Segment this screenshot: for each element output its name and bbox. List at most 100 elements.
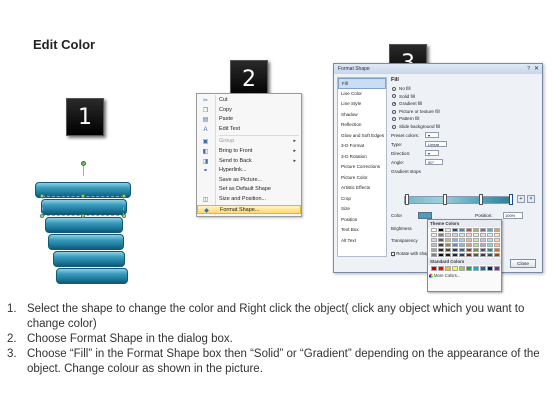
- color-swatch[interactable]: [431, 253, 437, 257]
- gradient-stop[interactable]: [479, 194, 483, 205]
- color-swatch[interactable]: [452, 253, 458, 257]
- rotation-handle[interactable]: [81, 161, 86, 166]
- category-3-d-format[interactable]: 3-D Format: [338, 141, 386, 152]
- color-swatch[interactable]: [459, 233, 465, 237]
- gradient-stop[interactable]: [443, 194, 447, 205]
- category-crop[interactable]: Crop: [338, 194, 386, 205]
- category-3-d-rotation[interactable]: 3-D Rotation: [338, 152, 386, 163]
- color-swatch[interactable]: [487, 248, 493, 252]
- color-swatch[interactable]: [452, 248, 458, 252]
- color-swatch[interactable]: [431, 233, 437, 237]
- color-swatch[interactable]: [452, 233, 458, 237]
- color-swatch[interactable]: [480, 233, 486, 237]
- color-swatch[interactable]: [494, 233, 500, 237]
- gradient-stop-selected[interactable]: [509, 194, 513, 205]
- resize-handle[interactable]: [122, 214, 126, 218]
- menu-item-copy[interactable]: ❐ Copy: [197, 106, 301, 116]
- color-swatch[interactable]: [459, 248, 465, 252]
- color-swatch[interactable]: [487, 238, 493, 242]
- color-swatch[interactable]: [452, 266, 458, 271]
- color-swatch[interactable]: [473, 228, 479, 232]
- category-line-color[interactable]: Line Color: [338, 89, 386, 100]
- color-swatch[interactable]: [494, 228, 500, 232]
- color-swatch[interactable]: [431, 266, 437, 271]
- resize-handle[interactable]: [122, 194, 126, 198]
- color-swatch[interactable]: [473, 266, 479, 271]
- tube-shape-3[interactable]: [45, 217, 123, 233]
- color-swatch[interactable]: [487, 228, 493, 232]
- color-swatch[interactable]: [494, 243, 500, 247]
- tube-shape-5[interactable]: [53, 251, 125, 267]
- color-swatch[interactable]: [445, 266, 451, 271]
- category-shadow[interactable]: Shadow: [338, 110, 386, 121]
- color-swatch[interactable]: [438, 253, 444, 257]
- category-picture-corrections[interactable]: Picture Corrections: [338, 162, 386, 173]
- color-swatch[interactable]: [466, 238, 472, 242]
- fill-option-slide-background-fill[interactable]: Slide background fill: [391, 123, 541, 131]
- resize-handle[interactable]: [81, 214, 85, 218]
- gradient-stops-bar[interactable]: [404, 196, 513, 204]
- menu-item-bring-to-front[interactable]: ◧ Bring to Front ▸: [197, 147, 301, 157]
- color-swatch[interactable]: [459, 253, 465, 257]
- dialog-titlebar[interactable]: Format Shape ? ✕: [334, 64, 542, 74]
- color-swatch[interactable]: [473, 243, 479, 247]
- close-icon[interactable]: ✕: [534, 64, 539, 74]
- fill-option-picture-or-texture-fill[interactable]: Picture or texture fill: [391, 108, 541, 116]
- prop-control[interactable]: Linear: [425, 141, 447, 148]
- color-swatch[interactable]: [459, 243, 465, 247]
- color-swatch[interactable]: [480, 243, 486, 247]
- color-swatch[interactable]: [494, 253, 500, 257]
- tube-shape-4[interactable]: [48, 234, 124, 250]
- color-swatch[interactable]: [438, 228, 444, 232]
- fill-option-solid-fill[interactable]: Solid fill: [391, 93, 541, 101]
- category-fill[interactable]: Fill: [338, 78, 386, 89]
- resize-handle[interactable]: [81, 194, 85, 198]
- prop-control[interactable]: 90°: [425, 159, 443, 166]
- category-glow-and-soft-edges[interactable]: Glow and Soft Edges: [338, 131, 386, 142]
- position-input[interactable]: 100%: [503, 212, 523, 219]
- color-swatch[interactable]: [438, 243, 444, 247]
- color-swatch[interactable]: [431, 243, 437, 247]
- tube-shapes-group[interactable]: [33, 161, 133, 290]
- more-colors-link[interactable]: More Colors...: [428, 272, 501, 280]
- help-icon[interactable]: ?: [527, 64, 530, 74]
- remove-stop-icon[interactable]: ×: [527, 195, 535, 203]
- menu-item-save-as-picture[interactable]: Save as Picture...: [197, 176, 301, 186]
- resize-handle[interactable]: [40, 194, 44, 198]
- color-swatch[interactable]: [473, 253, 479, 257]
- color-swatch[interactable]: [445, 228, 451, 232]
- color-swatch[interactable]: [473, 238, 479, 242]
- color-swatch[interactable]: [445, 243, 451, 247]
- prop-control[interactable]: ▾: [425, 132, 439, 139]
- color-swatch[interactable]: [466, 266, 472, 271]
- color-picker-button[interactable]: [418, 212, 432, 219]
- color-swatch[interactable]: [445, 238, 451, 242]
- color-swatch[interactable]: [487, 243, 493, 247]
- tube-shape-6[interactable]: [56, 268, 128, 284]
- color-swatch[interactable]: [466, 228, 472, 232]
- close-button[interactable]: Close: [510, 259, 536, 268]
- category-picture-color[interactable]: Picture Color: [338, 173, 386, 184]
- color-swatch[interactable]: [466, 233, 472, 237]
- color-swatch[interactable]: [473, 248, 479, 252]
- color-swatch[interactable]: [487, 266, 493, 271]
- fill-option-pattern-fill[interactable]: Pattern fill: [391, 115, 541, 123]
- color-swatch[interactable]: [452, 238, 458, 242]
- menu-item-cut[interactable]: ✂ Cut: [197, 96, 301, 106]
- color-swatch[interactable]: [445, 253, 451, 257]
- color-swatch[interactable]: [494, 238, 500, 242]
- category-reflection[interactable]: Reflection: [338, 120, 386, 131]
- fill-option-gradient-fill[interactable]: Gradient fill: [391, 100, 541, 108]
- color-swatch[interactable]: [480, 238, 486, 242]
- color-swatch[interactable]: [459, 266, 465, 271]
- menu-item-set-as-default-shape[interactable]: Set as Default Shape: [197, 185, 301, 195]
- color-swatch[interactable]: [452, 243, 458, 247]
- color-swatch[interactable]: [480, 248, 486, 252]
- color-swatch[interactable]: [487, 253, 493, 257]
- color-swatch[interactable]: [466, 253, 472, 257]
- color-swatch[interactable]: [473, 233, 479, 237]
- color-swatch[interactable]: [431, 248, 437, 252]
- gradient-stop[interactable]: [405, 194, 409, 205]
- menu-item-group[interactable]: ▣ Group ▸: [197, 137, 301, 147]
- color-swatch[interactable]: [431, 238, 437, 242]
